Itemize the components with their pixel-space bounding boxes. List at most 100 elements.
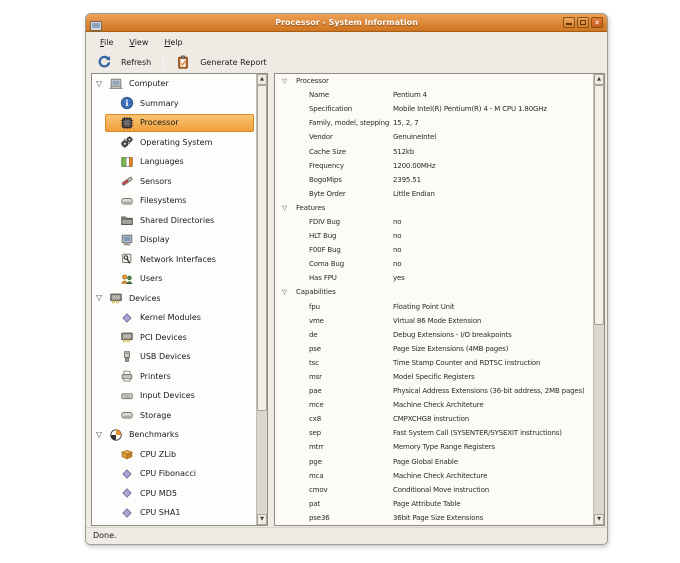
- detail-row-specification[interactable]: Specification Mobile Intel(R) Pentium(R) …: [275, 102, 593, 116]
- detail-row-vendor[interactable]: Vendor GenuineIntel: [275, 130, 593, 144]
- detail-row-f00f-bug[interactable]: F00F Bug no: [275, 243, 593, 257]
- detail-row-pat[interactable]: pat Page Attribute Table: [275, 497, 593, 511]
- sidebar-item-label: Sensors: [140, 176, 172, 186]
- diamond-icon: [120, 486, 134, 500]
- detail-value: yes: [393, 274, 405, 283]
- detail-row-family-model-stepping[interactable]: Family, model, stepping 15, 2, 7: [275, 116, 593, 130]
- sidebar-tree: ▽ Computer i Summary Processor Operating Syst…: [92, 74, 256, 525]
- refresh-button[interactable]: Refresh: [92, 53, 156, 71]
- detail-row-byte-order[interactable]: Byte Order Little Endian: [275, 187, 593, 201]
- sidebar-item-shared-directories[interactable]: Shared Directories: [92, 211, 256, 231]
- sidebar-item-label: Display: [140, 235, 170, 245]
- detail-row-bogomips[interactable]: BogoMips 2395.51: [275, 173, 593, 187]
- detail-row-cx8[interactable]: cx8 CMPXCHG8 instruction: [275, 412, 593, 426]
- sidebar-item-display[interactable]: Display: [92, 230, 256, 250]
- detail-row-hlt-bug[interactable]: HLT Bug no: [275, 229, 593, 243]
- detail-row-msr[interactable]: msr Model Specific Registers: [275, 370, 593, 384]
- sidebar-item-filesystems[interactable]: Filesystems: [92, 191, 256, 211]
- detail-row-cache-size[interactable]: Cache Size 512kb: [275, 144, 593, 158]
- detail-row-tsc[interactable]: tsc Time Stamp Counter and RDTSC instruct…: [275, 356, 593, 370]
- scrollbar-trough[interactable]: [257, 85, 267, 514]
- detail-row-mca[interactable]: mca Machine Check Architecture: [275, 469, 593, 483]
- sidebar-item-cpu-md5[interactable]: CPU MD5: [92, 484, 256, 504]
- scroll-down-icon[interactable]: ▼: [257, 514, 267, 525]
- sidebar-item-network-interfaces[interactable]: Network Interfaces: [92, 250, 256, 270]
- detail-row-frequency[interactable]: Frequency 1200.00MHz: [275, 159, 593, 173]
- sidebar-item-sensors[interactable]: Sensors: [92, 172, 256, 192]
- section-title: Features: [296, 203, 326, 212]
- detail-value: 36bit Page Size Extensions: [393, 513, 484, 522]
- scrollbar-thumb[interactable]: [257, 85, 267, 412]
- sidebar-item-cpu-sha1[interactable]: CPU SHA1: [92, 503, 256, 523]
- scroll-down-icon[interactable]: ▼: [594, 514, 604, 525]
- section-header-features[interactable]: ▽ Features: [275, 201, 593, 215]
- detail-value: 1200.00MHz: [393, 161, 436, 170]
- scrollbar-thumb[interactable]: [594, 85, 604, 326]
- sidebar-item-kernel-modules[interactable]: Kernel Modules: [92, 308, 256, 328]
- scrollbar-trough[interactable]: [594, 85, 604, 514]
- sidebar-item-usb-devices[interactable]: USB Devices: [92, 347, 256, 367]
- sidebar-item-storage[interactable]: Storage: [92, 406, 256, 426]
- menu-file[interactable]: File: [92, 36, 121, 49]
- sidebar-item-computer[interactable]: ▽ Computer: [92, 74, 256, 94]
- devices-icon: [109, 291, 123, 305]
- detail-row-pae[interactable]: pae Physical Address Extensions (36-bit a…: [275, 384, 593, 398]
- scroll-up-icon[interactable]: ▲: [257, 74, 267, 85]
- sidebar-item-pci-devices[interactable]: PCI Devices: [92, 328, 256, 348]
- sidebar-item-operating-system[interactable]: Operating System: [92, 133, 256, 153]
- scroll-up-icon[interactable]: ▲: [594, 74, 604, 85]
- sidebar-item-users[interactable]: Users: [92, 269, 256, 289]
- detail-row-mce[interactable]: mce Machine Check Architeture: [275, 398, 593, 412]
- detail-row-fdiv-bug[interactable]: FDIV Bug no: [275, 215, 593, 229]
- status-text: Done.: [93, 531, 117, 540]
- menu-help[interactable]: Help: [156, 36, 190, 49]
- detail-row-mtrr[interactable]: mtrr Memory Type Range Registers: [275, 440, 593, 454]
- sidebar-item-summary[interactable]: i Summary: [92, 94, 256, 114]
- titlebar[interactable]: Processor - System Information: [86, 14, 607, 32]
- sidebar-item-input-devices[interactable]: Input Devices: [92, 386, 256, 406]
- detail-row-cmov[interactable]: cmov Conditional Move instruction: [275, 483, 593, 497]
- sidebar-item-benchmarks[interactable]: ▽ Benchmarks: [92, 425, 256, 445]
- sidebar-item-languages[interactable]: Languages: [92, 152, 256, 172]
- detail-row-pse36[interactable]: pse36 36bit Page Size Extensions: [275, 511, 593, 525]
- detail-key: Has FPU: [309, 274, 337, 283]
- sidebar-item-label: Shared Directories: [140, 215, 215, 225]
- sidebar-item-processor[interactable]: Processor: [92, 113, 256, 133]
- detail-key: vme: [309, 316, 324, 325]
- detail-row-name[interactable]: Name Pentium 4: [275, 88, 593, 102]
- menu-view[interactable]: View: [121, 36, 156, 49]
- minimize-button-icon[interactable]: [563, 17, 575, 28]
- sidebar-item-label: Kernel Modules: [140, 313, 201, 323]
- detail-row-de[interactable]: de Debug Extensions - I/O breakpoints: [275, 328, 593, 342]
- sidebar-item-printers[interactable]: Printers: [92, 367, 256, 387]
- close-button-icon[interactable]: [591, 17, 603, 28]
- users-icon: [120, 272, 134, 286]
- section-header-capabilities[interactable]: ▽ Capabilities: [275, 285, 593, 299]
- detail-key: cmov: [309, 485, 328, 494]
- section-header-processor[interactable]: ▽ Processor: [275, 74, 593, 88]
- detail-row-has-fpu[interactable]: Has FPU yes: [275, 271, 593, 285]
- detail-key: pat: [309, 499, 321, 508]
- maximize-button-icon[interactable]: [577, 17, 589, 28]
- detail-key: Name: [309, 91, 330, 100]
- expander-icon[interactable]: ▽: [96, 430, 109, 439]
- detail-row-fpu[interactable]: fpu Floating Point Unit: [275, 300, 593, 314]
- expander-icon[interactable]: ▽: [96, 79, 109, 88]
- generate-report-button[interactable]: Generate Report: [171, 53, 271, 71]
- detail-row-pse[interactable]: pse Page Size Extensions (4MB pages): [275, 342, 593, 356]
- detail-key: Cache Size: [309, 147, 346, 156]
- detail-row-sep[interactable]: sep Fast System Call (SYSENTER/SYSEXIT in…: [275, 426, 593, 440]
- sidebar-item-devices[interactable]: ▽ Devices: [92, 289, 256, 309]
- detail-row-pge[interactable]: pge Page Global Enable: [275, 455, 593, 469]
- detail-key: Frequency: [309, 161, 344, 170]
- filesystems-icon: [120, 194, 134, 208]
- detail-row-coma-bug[interactable]: Coma Bug no: [275, 257, 593, 271]
- expander-icon[interactable]: ▽: [282, 289, 296, 296]
- sidebar-item-cpu-zlib[interactable]: CPU ZLib: [92, 445, 256, 465]
- detail-key: Family, model, stepping: [309, 119, 390, 128]
- detail-row-vme[interactable]: vme Virtual 86 Mode Extension: [275, 314, 593, 328]
- sidebar-item-cpu-fibonacci[interactable]: CPU Fibonacci: [92, 464, 256, 484]
- expander-icon[interactable]: ▽: [282, 78, 296, 85]
- expander-icon[interactable]: ▽: [282, 205, 296, 212]
- expander-icon[interactable]: ▽: [96, 294, 109, 302]
